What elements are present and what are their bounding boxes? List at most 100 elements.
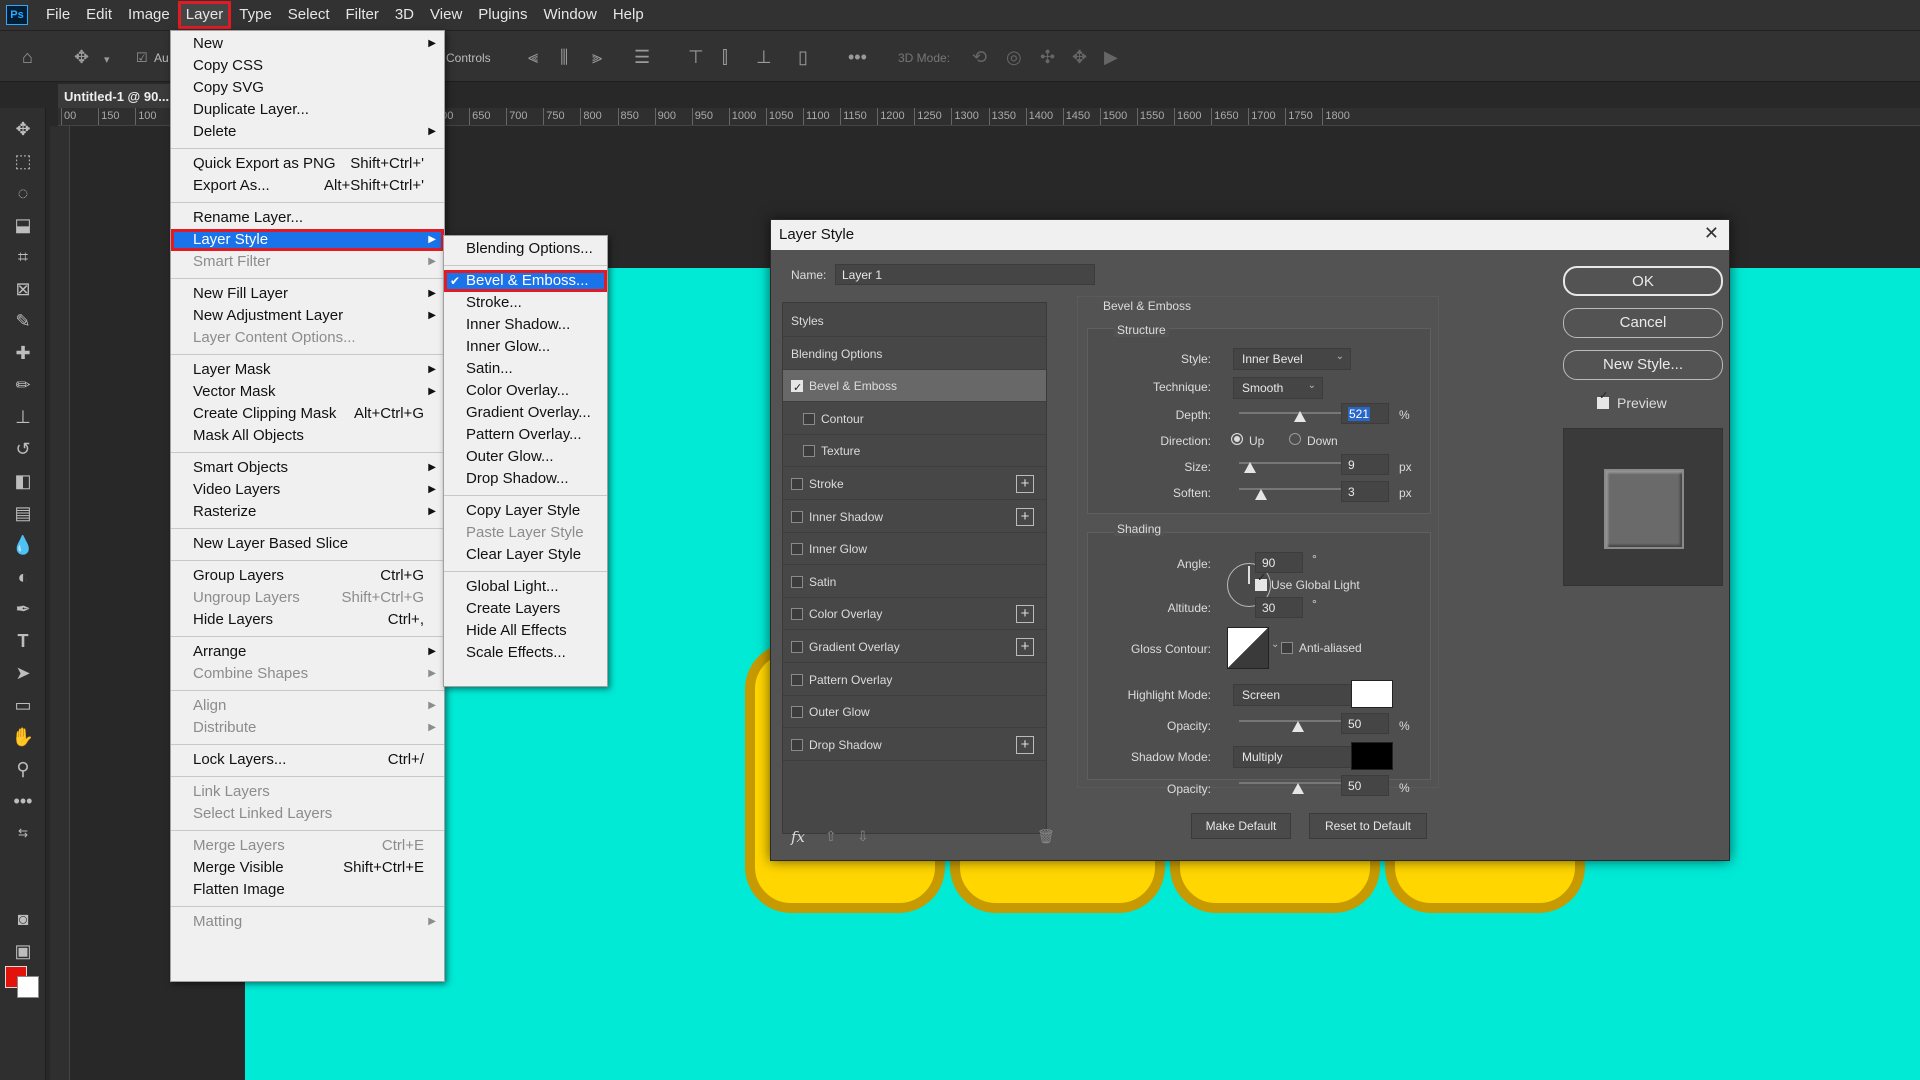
style-checkbox[interactable] <box>791 608 803 621</box>
marquee-tool-icon[interactable]: ⬚ <box>10 148 36 174</box>
style-item-texture[interactable]: Texture <box>783 435 1046 468</box>
submenu-item-satin[interactable]: Satin... <box>444 358 607 380</box>
submenu-item-outer-glow[interactable]: Outer Glow... <box>444 446 607 468</box>
bevel-style-select[interactable]: Inner Bevel ⌄ <box>1233 348 1351 370</box>
align-right-icon[interactable]: ⫸ <box>592 47 602 68</box>
menu-item-video-layers[interactable]: Video Layers ▶ <box>171 479 444 501</box>
direction-up-radio[interactable] <box>1231 433 1243 445</box>
size-input[interactable]: 9 <box>1341 454 1389 475</box>
menu-item-smart-objects[interactable]: Smart Objects ▶ <box>171 457 444 479</box>
align-middle-icon[interactable]: ⫿ <box>722 47 728 68</box>
document-tab[interactable]: Untitled-1 @ 90... <box>58 84 176 108</box>
make-default-button[interactable]: Make Default <box>1191 813 1291 839</box>
zoom-tool-icon[interactable]: ⚲ <box>10 756 36 782</box>
menu-item-flatten-image[interactable]: Flatten Image <box>171 879 444 901</box>
menu-item-duplicate-layer[interactable]: Duplicate Layer... <box>171 99 444 121</box>
submenu-item-gradient-overlay[interactable]: Gradient Overlay... <box>444 402 607 424</box>
stamp-tool-icon[interactable]: ⊥ <box>10 404 36 430</box>
distribute-vertical-icon[interactable]: ▯ <box>798 47 808 68</box>
shadow-opacity-input[interactable]: 50 <box>1341 775 1389 796</box>
fx-button[interactable]: fx <box>791 828 805 846</box>
preview-checkbox[interactable] <box>1597 389 1609 409</box>
move-up-icon[interactable]: ⇧ <box>825 828 837 845</box>
submenu-item-inner-shadow[interactable]: Inner Shadow... <box>444 314 607 336</box>
menu-item-layer-style[interactable]: Layer Style ▶ <box>171 229 444 251</box>
menu-item-export-as[interactable]: Export As... Alt+Shift+Ctrl+' <box>171 175 444 197</box>
add-effect-icon[interactable]: + <box>1016 475 1034 493</box>
add-effect-icon[interactable]: + <box>1016 605 1034 624</box>
menu-3d[interactable]: 3D <box>387 1 422 29</box>
soften-slider-thumb[interactable] <box>1255 489 1268 500</box>
screen-mode-icon[interactable]: ▣ <box>10 938 36 964</box>
style-item-inner-shadow[interactable]: Inner Shadow + <box>783 501 1046 533</box>
style-checkbox[interactable] <box>791 543 803 556</box>
style-item-bevel-emboss[interactable]: Bevel & Emboss <box>783 370 1046 404</box>
style-checkbox[interactable] <box>791 478 803 490</box>
style-item-stroke[interactable]: Stroke + <box>783 468 1046 500</box>
menu-item-delete[interactable]: Delete ▶ <box>171 121 444 143</box>
style-checkbox[interactable] <box>791 738 803 751</box>
angle-input[interactable]: 90 <box>1255 552 1303 573</box>
menu-item-create-clipping-mask[interactable]: Create Clipping Mask Alt+Ctrl+G <box>171 403 444 425</box>
style-item-pattern-overlay[interactable]: Pattern Overlay <box>783 664 1046 696</box>
add-effect-icon[interactable]: + <box>1016 638 1034 656</box>
more-tools-icon[interactable]: ••• <box>10 788 36 814</box>
history-brush-icon[interactable]: ↺ <box>10 436 36 462</box>
submenu-item-blending-options[interactable]: Blending Options... <box>444 238 607 260</box>
lasso-tool-icon[interactable]: ◌ <box>10 180 36 206</box>
menu-item-select-linked-layers[interactable]: Select Linked Layers <box>171 803 444 825</box>
shadow-color-swatch[interactable] <box>1351 742 1393 770</box>
style-checkbox[interactable] <box>791 706 803 719</box>
submenu-item-copy-layer-style[interactable]: Copy Layer Style <box>444 500 607 522</box>
anti-aliased-checkbox[interactable] <box>1281 642 1293 654</box>
menu-edit[interactable]: Edit <box>78 1 120 29</box>
align-left-icon[interactable]: ⫷ <box>528 47 538 68</box>
align-bottom-icon[interactable]: ⊥ <box>756 47 772 68</box>
add-effect-icon[interactable]: + <box>1016 735 1034 754</box>
menu-item-new-layer-based-slice[interactable]: New Layer Based Slice <box>171 533 444 555</box>
reset-to-default-button[interactable]: Reset to Default <box>1309 813 1427 839</box>
style-item-contour[interactable]: Contour <box>783 403 1046 435</box>
menu-item-layer-content-options[interactable]: Layer Content Options... <box>171 327 444 349</box>
quick-mask-icon[interactable]: ◙ <box>10 906 36 932</box>
object-select-tool-icon[interactable]: ⬓ <box>10 212 36 238</box>
submenu-item-bevel-emboss[interactable]: ✔ Bevel & Emboss... <box>444 270 607 292</box>
frame-tool-icon[interactable]: ⊠ <box>10 276 36 302</box>
menu-help[interactable]: Help <box>605 1 652 29</box>
menu-select[interactable]: Select <box>280 1 338 29</box>
menu-item-vector-mask[interactable]: Vector Mask ▶ <box>171 381 444 403</box>
submenu-item-paste-layer-style[interactable]: Paste Layer Style <box>444 522 607 544</box>
menu-item-merge-visible[interactable]: Merge Visible Shift+Ctrl+E <box>171 857 444 879</box>
style-item-inner-glow[interactable]: Inner Glow <box>783 533 1046 566</box>
ok-button[interactable]: OK <box>1563 266 1723 296</box>
menu-type[interactable]: Type <box>231 1 280 29</box>
menu-item-quick-export-as-png[interactable]: Quick Export as PNG Shift+Ctrl+' <box>171 153 444 175</box>
move-tool-icon[interactable]: ✥ <box>74 47 89 68</box>
move-down-icon[interactable]: ⇩ <box>857 828 869 845</box>
depth-slider-thumb[interactable] <box>1294 411 1307 422</box>
menu-item-new-adjustment-layer[interactable]: New Adjustment Layer ▶ <box>171 305 444 327</box>
submenu-item-drop-shadow[interactable]: Drop Shadow... <box>444 468 607 490</box>
move-tool-icon[interactable]: ✥ <box>10 116 36 142</box>
menu-item-layer-mask[interactable]: Layer Mask ▶ <box>171 359 444 381</box>
menu-window[interactable]: Window <box>535 1 604 29</box>
style-checkbox[interactable] <box>791 673 803 686</box>
size-slider[interactable] <box>1239 462 1357 464</box>
menu-item-rename-layer[interactable]: Rename Layer... <box>171 207 444 229</box>
menu-item-distribute[interactable]: Distribute ▶ <box>171 717 444 739</box>
align-center-icon[interactable]: ⫼ <box>560 47 568 68</box>
menu-file[interactable]: File <box>38 1 78 29</box>
depth-input[interactable]: 521 <box>1341 403 1389 424</box>
path-select-icon[interactable]: ➤ <box>10 660 36 686</box>
submenu-item-create-layers[interactable]: Create Layers <box>444 598 607 620</box>
menu-item-link-layers[interactable]: Link Layers <box>171 781 444 803</box>
menu-item-copy-css[interactable]: Copy CSS <box>171 55 444 77</box>
menu-item-group-layers[interactable]: Group Layers Ctrl+G <box>171 565 444 587</box>
menu-plugins[interactable]: Plugins <box>470 1 535 29</box>
style-checkbox[interactable] <box>791 372 803 404</box>
menu-item-new-fill-layer[interactable]: New Fill Layer ▶ <box>171 283 444 305</box>
chevron-down-icon[interactable]: ⌄ <box>1271 639 1279 650</box>
menu-item-copy-svg[interactable]: Copy SVG <box>171 77 444 99</box>
cancel-button[interactable]: Cancel <box>1563 308 1723 338</box>
blur-tool-icon[interactable]: 💧 <box>10 532 36 558</box>
